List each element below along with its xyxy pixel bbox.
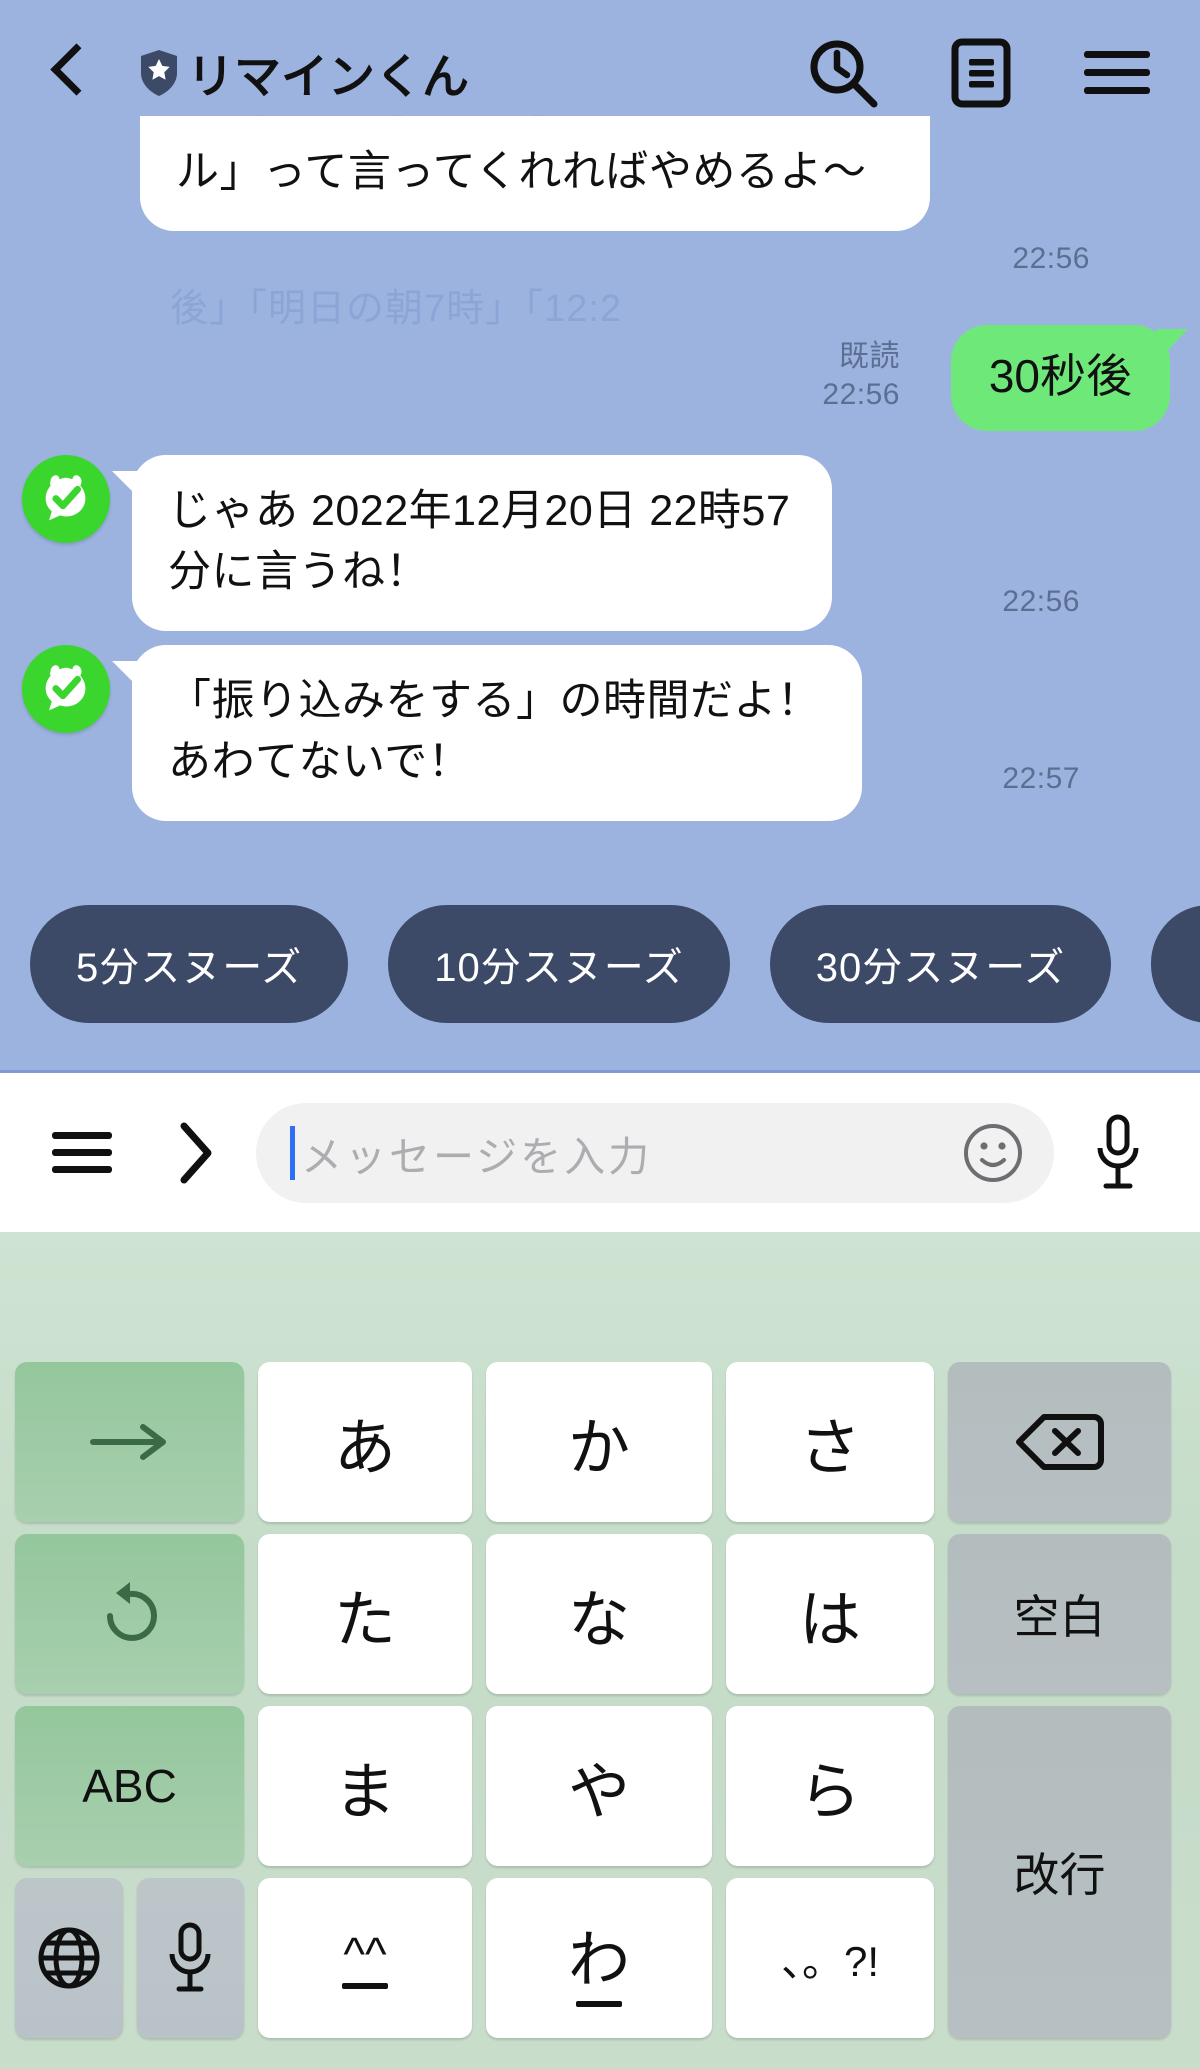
clock-search-icon[interactable] [800, 30, 886, 116]
text-cursor [290, 1125, 295, 1180]
key-underline-mark [576, 2001, 622, 2007]
microphone-icon[interactable] [1072, 1107, 1164, 1199]
search-input[interactable]: メッセージを入力 [256, 1102, 1054, 1203]
keyboard-grid: あ か さ た な は 空白 ABC ま や ら 改行 ^^ わ 、。?! [0, 1356, 1200, 2069]
read-receipt: 既読 [839, 340, 900, 373]
key-backspace[interactable] [948, 1362, 1171, 1522]
note-document-icon[interactable] [938, 30, 1024, 116]
message-bubble-incoming[interactable]: じゃあ 2022年12月20日 22時57分に言うね！ [112, 455, 832, 632]
quick-reply-bar[interactable]: 5分スヌーズ 10分スヌーズ 30分スヌーズ 1 [0, 900, 1200, 1028]
quick-reply-chip-30min[interactable]: 30分スヌーズ [769, 905, 1112, 1023]
bubble-tail [112, 661, 146, 695]
shield-star-icon [138, 49, 180, 97]
key-na[interactable]: な [486, 1534, 712, 1694]
message-text: じゃあ 2022年12月20日 22時57分に言うね！ [168, 487, 791, 597]
keyboard-row4-left-group [8, 1872, 251, 2044]
message-time: 22:57 [1002, 762, 1080, 795]
message-row: じゃあ 2022年12月20日 22時57分に言うね！ [22, 455, 832, 632]
key-caret[interactable]: ^^ [258, 1878, 472, 2038]
message-meta: 22:56 [920, 583, 1080, 621]
message-text: ル」って言ってくれればやめるよ〜 [176, 148, 867, 196]
message-input-bar: メッセージを入力 [0, 1070, 1200, 1232]
key-ka[interactable]: か [486, 1362, 712, 1522]
bubble-tail [112, 471, 146, 505]
key-ra[interactable]: ら [726, 1706, 934, 1866]
hint-line-2: 後」「明日の朝7時」「12:2 [170, 287, 623, 330]
message-meta: 既読 22:56 [760, 338, 900, 413]
key-return[interactable]: 改行 [948, 1706, 1171, 2038]
message-bubble-incoming[interactable]: 「振り込みをする」の時間だよ！あわてないで！ [112, 645, 862, 822]
chat-area: 例：「明日」「15時」「10分 後」「明日の朝7時」「12:2 「7月12日」な… [0, 0, 1200, 1070]
message-row: 「振り込みをする」の時間だよ！あわてないで！ [22, 645, 862, 822]
key-underline-mark [342, 1983, 388, 1989]
key-ha[interactable]: は [726, 1534, 934, 1694]
hamburger-menu-icon[interactable] [1074, 30, 1160, 116]
message-text: 「振り込みをする」の時間だよ！あわてないで！ [168, 677, 821, 787]
screen-root: 例：「明日」「15時」「10分 後」「明日の朝7時」「12:2 「7月12日」な… [0, 0, 1200, 2069]
quick-reply-chip-partial[interactable]: 1 [1151, 905, 1200, 1023]
key-abc[interactable]: ABC [15, 1706, 244, 1866]
page-title: リマインくん [187, 50, 469, 103]
quick-reply-chip-10min[interactable]: 10分スヌーズ [388, 905, 730, 1023]
message-time: 22:56 [1002, 585, 1080, 618]
key-wa-label: わ [567, 1926, 630, 1995]
key-mic[interactable] [136, 1878, 244, 2038]
key-wa[interactable]: わ [486, 1878, 712, 2038]
quick-reply-chip-5min[interactable]: 5分スヌーズ [30, 905, 349, 1023]
message-meta: 22:57 [920, 760, 1080, 798]
key-ya[interactable]: や [486, 1706, 712, 1866]
smiley-face-icon[interactable] [960, 1120, 1026, 1186]
key-space[interactable]: 空白 [948, 1534, 1171, 1694]
message-row: 30秒後 [920, 325, 1188, 431]
avatar[interactable] [22, 645, 110, 733]
key-arrow-right[interactable] [15, 1362, 244, 1522]
back-button[interactable] [40, 38, 102, 108]
key-caret-label: ^^ [343, 1928, 387, 1980]
key-punctuation[interactable]: 、。?! [726, 1878, 934, 2038]
software-keyboard: あ か さ た な は 空白 ABC ま や ら 改行 ^^ わ 、。?! [0, 1232, 1200, 2069]
chevron-right-icon[interactable] [150, 1107, 242, 1199]
message-time: 22:56 [822, 377, 900, 411]
key-globe[interactable] [15, 1878, 123, 2038]
hamburger-menu-icon[interactable] [36, 1107, 128, 1199]
message-meta: 22:56 [930, 240, 1090, 278]
chat-header: リマインくん [0, 0, 1200, 145]
key-a[interactable]: あ [258, 1362, 472, 1522]
key-sa[interactable]: さ [726, 1362, 934, 1522]
message-bubble-outgoing[interactable]: 30秒後 [950, 325, 1188, 431]
bubble-tail [1156, 329, 1188, 363]
avatar[interactable] [22, 455, 110, 543]
key-ma[interactable]: ま [258, 1706, 472, 1866]
key-undo[interactable] [15, 1534, 244, 1694]
message-input-placeholder: メッセージを入力 [301, 1133, 653, 1180]
key-ta[interactable]: た [258, 1534, 472, 1694]
message-text: 30秒後 [988, 350, 1132, 402]
message-time: 22:56 [1012, 242, 1090, 275]
